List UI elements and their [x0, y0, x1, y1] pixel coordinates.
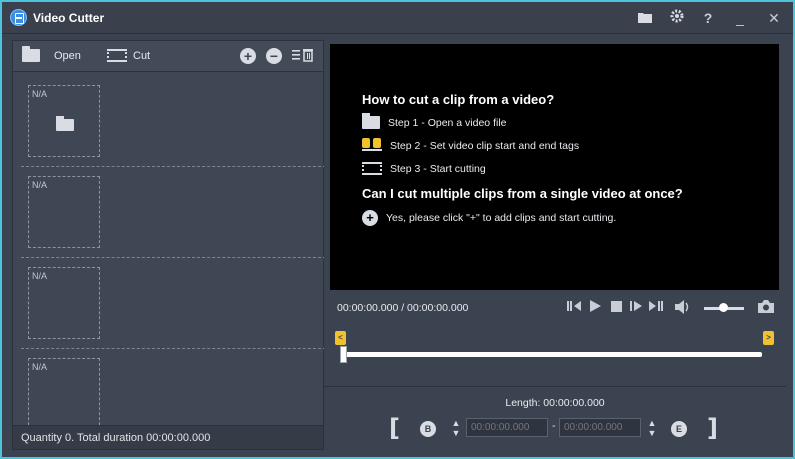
- start-time-spinner[interactable]: ▲ ▼: [450, 418, 462, 438]
- minimize-icon[interactable]: _: [730, 8, 750, 28]
- help-step-1: Step 1 - Open a video file: [362, 113, 507, 129]
- set-start-bracket-button[interactable]: [: [389, 414, 400, 442]
- open-label: Open: [54, 49, 81, 62]
- clip-thumbnail[interactable]: N/A: [28, 267, 100, 339]
- clip-label: N/A: [32, 362, 48, 372]
- help-answer: + Yes, please click "+" to add clips and…: [362, 210, 616, 226]
- end-icon[interactable]: E: [671, 421, 687, 437]
- divider: [324, 386, 786, 387]
- volume-slider-handle[interactable]: [719, 303, 728, 312]
- status-bar: Quantity 0. Total duration 00:00:00.000: [13, 425, 323, 449]
- play-icon[interactable]: [587, 300, 603, 316]
- clip-thumbnail[interactable]: N/A: [28, 85, 100, 157]
- timecode-display: 00:00:00.000 / 00:00:00.000: [337, 302, 469, 314]
- film-icon: [107, 49, 127, 62]
- set-end-bracket-button[interactable]: ]: [707, 414, 718, 442]
- window-title: Video Cutter: [33, 11, 105, 25]
- player-panel: How to cut a clip from a video? Step 1 -…: [324, 40, 786, 450]
- cut-label: Cut: [133, 49, 151, 62]
- gear-icon[interactable]: [667, 8, 687, 28]
- remove-clip-button[interactable]: −: [266, 48, 282, 64]
- help-answer-text: Yes, please click "+" to add clips and s…: [386, 212, 617, 224]
- clip-length: Length: 00:00:00.000: [505, 397, 605, 409]
- open-button[interactable]: Open: [22, 46, 81, 62]
- film-icon: [362, 162, 382, 175]
- snapshot-icon[interactable]: [758, 300, 774, 316]
- clip-slot[interactable]: N/A: [21, 350, 331, 425]
- app-logo-icon: [10, 9, 27, 26]
- plus-icon: +: [362, 210, 378, 226]
- end-tag-marker[interactable]: >: [763, 331, 774, 345]
- folder-icon: [56, 116, 74, 131]
- clip-slot[interactable]: N/A: [21, 259, 331, 349]
- video-preview[interactable]: How to cut a clip from a video? Step 1 -…: [330, 44, 779, 290]
- tags-icon: [362, 138, 382, 154]
- clip-slot[interactable]: N/A: [21, 77, 331, 167]
- clip-toolbar: Open Cut + −: [13, 41, 323, 72]
- skip-end-icon[interactable]: [648, 300, 664, 316]
- end-time-spinner[interactable]: ▲ ▼: [646, 418, 658, 438]
- help-icon[interactable]: ?: [698, 8, 718, 28]
- start-tag-marker[interactable]: <: [335, 331, 346, 345]
- time-separator: -: [552, 420, 556, 432]
- begin-icon[interactable]: B: [420, 421, 436, 437]
- help-heading-1: How to cut a clip from a video?: [362, 92, 555, 107]
- cut-button[interactable]: Cut: [107, 49, 150, 62]
- clip-label: N/A: [32, 89, 48, 99]
- help-step-3-text: Step 3 - Start cutting: [390, 162, 486, 175]
- next-frame-icon[interactable]: [628, 300, 644, 316]
- clip-thumbnail[interactable]: N/A: [28, 176, 100, 248]
- clip-thumbnail[interactable]: N/A: [28, 358, 100, 425]
- add-clip-button[interactable]: +: [240, 48, 256, 64]
- open-folder-icon: [22, 46, 40, 62]
- clear-list-button[interactable]: [292, 48, 316, 64]
- help-step-1-text: Step 1 - Open a video file: [388, 116, 507, 129]
- help-step-2: Step 2 - Set video clip start and end ta…: [362, 138, 579, 154]
- prev-frame-icon[interactable]: [566, 300, 582, 316]
- help-step-2-text: Step 2 - Set video clip start and end ta…: [390, 140, 580, 152]
- folder-icon: [362, 113, 380, 129]
- clip-slot[interactable]: N/A: [21, 168, 331, 258]
- app-window: Video Cutter ? _ ✕ Open Cut + − N/A N/A …: [0, 0, 795, 459]
- end-time-input[interactable]: [559, 418, 641, 437]
- help-heading-2: Can I cut multiple clips from a single v…: [362, 186, 683, 201]
- clip-list-panel: Open Cut + − N/A N/A N/A N/A Quantity 0.…: [12, 40, 331, 450]
- stop-icon[interactable]: [608, 300, 624, 316]
- title-bar: Video Cutter ? _ ✕: [2, 2, 793, 34]
- help-step-3: Step 3 - Start cutting: [362, 162, 486, 175]
- clip-label: N/A: [32, 180, 48, 190]
- close-icon[interactable]: ✕: [764, 8, 784, 28]
- timeline-track[interactable]: [344, 352, 762, 357]
- volume-icon[interactable]: [675, 300, 691, 316]
- clip-label: N/A: [32, 271, 48, 281]
- start-time-input[interactable]: [466, 418, 548, 437]
- timeline-handle[interactable]: [340, 346, 347, 363]
- folder-icon[interactable]: [635, 8, 655, 28]
